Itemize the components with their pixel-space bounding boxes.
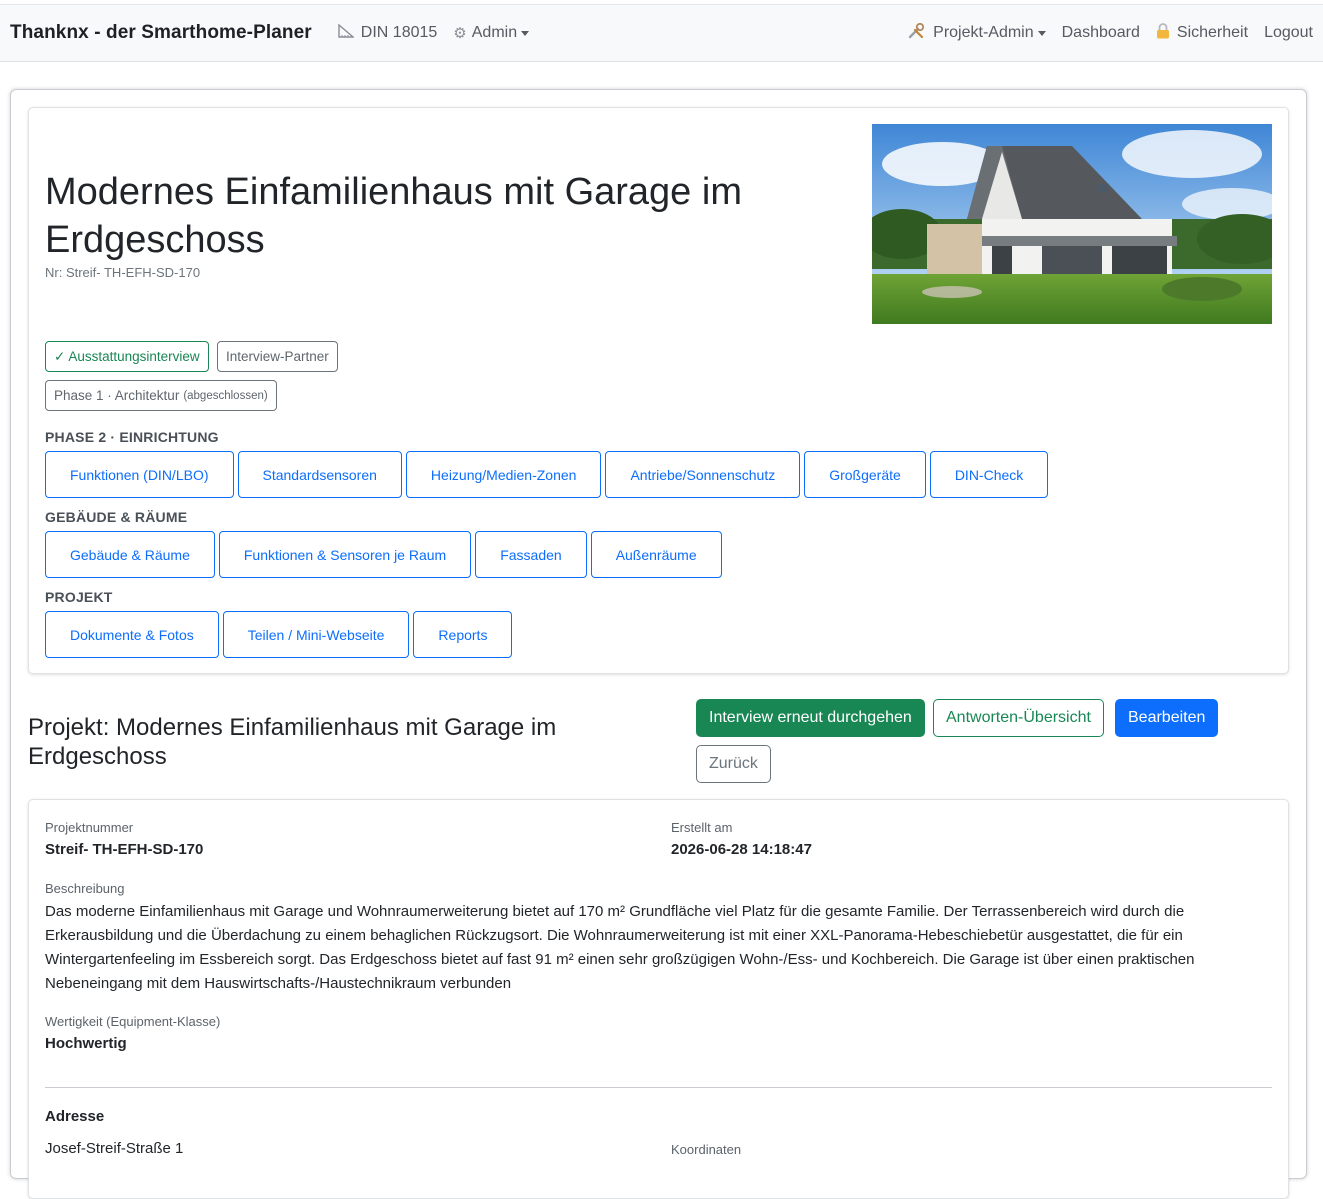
phase2-button-row: Funktionen (DIN/LBO) Standardsensoren He… [45, 451, 1049, 498]
teilen-webseite-button[interactable]: Teilen / Mini-Webseite [222, 611, 410, 658]
dokumente-fotos-button[interactable]: Dokumente & Fotos [45, 611, 219, 658]
projektnummer-label: Projektnummer [45, 820, 134, 835]
gear-icon: ⚙ [453, 25, 467, 42]
section-label-gebaeude: GEBÄUDE & RÄUME [45, 509, 188, 525]
interview-partner-button[interactable]: Interview-Partner [217, 341, 338, 372]
nav-projekt-admin-dropdown[interactable]: Projekt-Admin [908, 22, 1046, 43]
beschreibung-label: Beschreibung [45, 881, 125, 896]
chevron-down-icon [521, 30, 530, 36]
erstellt-label: Erstellt am [671, 820, 733, 835]
wertigkeit-label: Wertigkeit (Equipment-Klasse) [45, 1014, 221, 1029]
answers-overview-button[interactable]: Antworten-Übersicht [933, 699, 1104, 737]
nav-admin-label: Admin [471, 24, 518, 41]
nav-din-link[interactable]: DIN 18015 [338, 23, 438, 42]
heizung-medien-button[interactable]: Heizung/Medien-Zonen [405, 451, 602, 498]
phase1-label: Phase 1 · Architektur [54, 388, 180, 403]
brand-link[interactable]: Thanknx - der Smarthome-Planer [10, 22, 312, 44]
tools-icon [908, 22, 926, 43]
interview-status-badge[interactable]: ✓ Ausstattungsinterview [45, 341, 209, 372]
fassaden-button[interactable]: Fassaden [475, 531, 587, 578]
back-button[interactable]: Zurück [696, 745, 771, 783]
beschreibung-text: Das moderne Einfamilienhaus mit Garage u… [45, 903, 1195, 992]
nav-logout-link[interactable]: Logout [1264, 24, 1313, 42]
projekt-button-row: Dokumente & Fotos Teilen / Mini-Webseite… [45, 611, 513, 658]
project-hero-card: Modernes Einfamilienhaus mit Garage im E… [28, 107, 1289, 674]
edit-button[interactable]: Bearbeiten [1115, 699, 1219, 737]
funktionen-din-button[interactable]: Funktionen (DIN/LBO) [45, 451, 234, 498]
grossgeraete-button[interactable]: Großgeräte [804, 451, 926, 498]
section-label-projekt: PROJEKT [45, 589, 113, 605]
nav-sicherheit-link[interactable]: Sicherheit [1156, 23, 1248, 43]
din-check-button[interactable]: DIN-Check [929, 451, 1049, 498]
nav-projekt-admin-label: Projekt-Admin [933, 24, 1034, 41]
reports-button[interactable]: Reports [413, 611, 513, 658]
gebaeude-button-row: Gebäude & Räume Funktionen & Sensoren je… [45, 531, 722, 578]
standardsensoren-button[interactable]: Standardsensoren [237, 451, 402, 498]
adresse-heading: Adresse [45, 1108, 105, 1125]
funktionen-sensoren-raum-button[interactable]: Funktionen & Sensoren je Raum [218, 531, 472, 578]
phase1-architecture-button[interactable]: Phase 1 · Architektur (abgeschlossen) [45, 380, 277, 411]
hero-title: Modernes Einfamilienhaus mit Garage im E… [45, 171, 742, 261]
antriebe-sonnenschutz-button[interactable]: Antriebe/Sonnenschutz [605, 451, 801, 498]
chevron-down-icon [1037, 30, 1046, 36]
koordinaten-label: Koordinaten [671, 1142, 742, 1157]
project-details-card: Projektnummer Streif- TH-EFH-SD-170 Erst… [28, 799, 1289, 1199]
interview-repeat-button[interactable]: Interview erneut durchgehen [696, 699, 925, 737]
nav-din-label: DIN 18015 [360, 24, 438, 41]
phase1-status: (abgeschlossen) [183, 389, 268, 402]
adresse-strasse: Josef-Streif-Straße 1 [45, 1140, 184, 1157]
lock-icon [1156, 23, 1170, 43]
wertigkeit-value: Hochwertig [45, 1035, 127, 1052]
project-heading: Projekt: Modernes Einfamilienhaus mit Ga… [28, 714, 557, 770]
projektnummer-value: Streif- TH-EFH-SD-170 [45, 841, 204, 858]
gebaeude-raeume-button[interactable]: Gebäude & Räume [45, 531, 215, 578]
nav-right: Projekt-Admin Dashboard Sicherheit Logou… [892, 22, 1313, 43]
house-photo [872, 124, 1272, 324]
aussenraeume-button[interactable]: Außenräume [590, 531, 722, 578]
section-label-phase2: PHASE 2 · EINRICHTUNG [45, 429, 219, 445]
nav-dashboard-link[interactable]: Dashboard [1062, 24, 1140, 42]
erstellt-value: 2026-06-28 14:18:47 [671, 841, 812, 858]
nav-admin-dropdown[interactable]: ⚙ Admin [453, 24, 530, 42]
divider [45, 1087, 1272, 1088]
navbar: Thanknx - der Smarthome-Planer DIN 18015… [0, 4, 1323, 62]
ruler-icon [338, 23, 355, 42]
hero-project-number: Nr: Streif- TH-EFH-SD-170 [45, 265, 201, 280]
nav-sicherheit-label: Sicherheit [1176, 24, 1249, 41]
